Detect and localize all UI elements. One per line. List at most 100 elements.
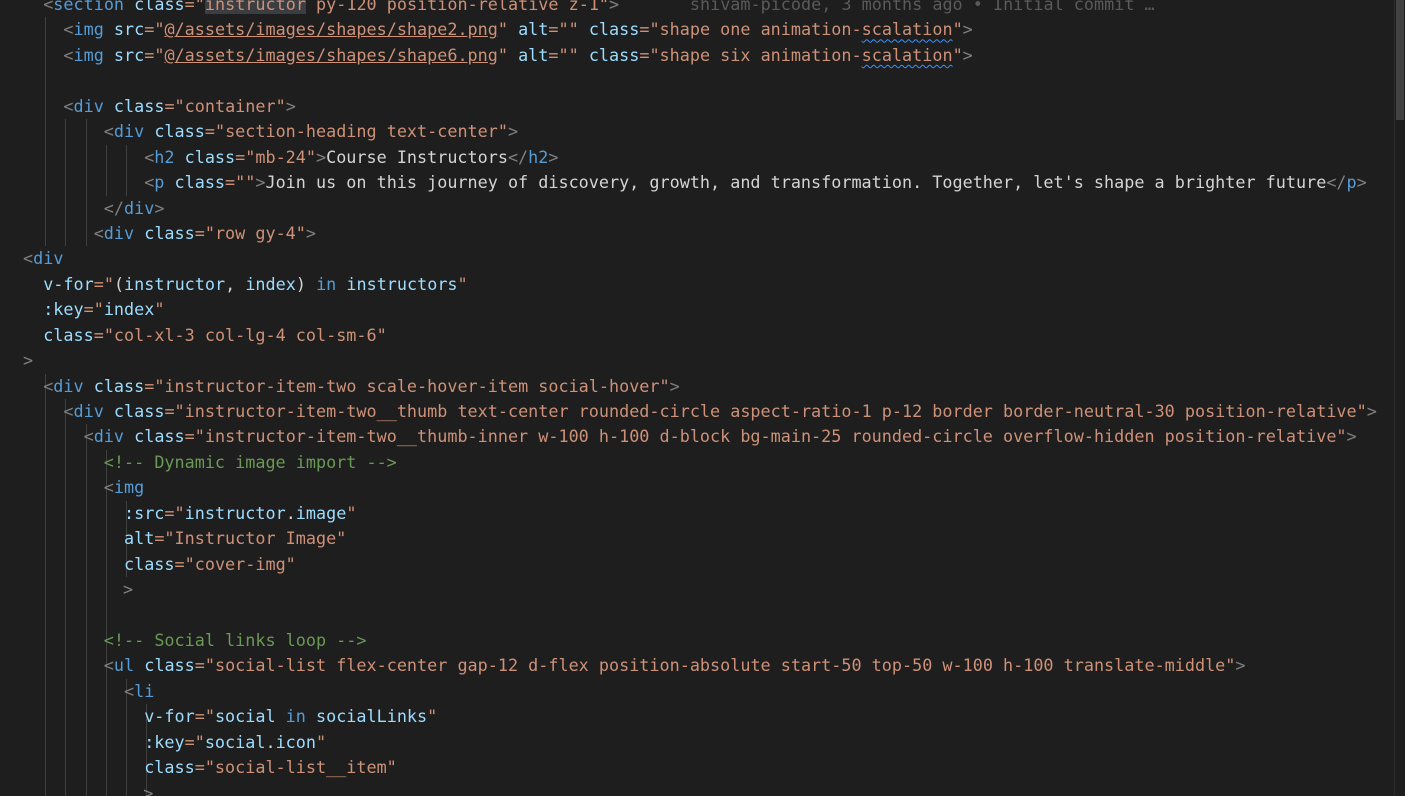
- indent-guide: [85, 577, 87, 603]
- scrollbar-thumb[interactable]: [1396, 0, 1404, 120]
- code-line[interactable]: class="social-list__item": [0, 755, 1395, 781]
- indent-guide: [85, 170, 87, 196]
- code-line[interactable]: class="col-xl-3 col-lg-4 col-sm-6": [0, 323, 1395, 348]
- indent-guide: [85, 475, 87, 501]
- code-token: :key: [43, 299, 84, 320]
- code-line[interactable]: alt="Instructor Image": [0, 526, 1395, 552]
- code-line[interactable]: [0, 68, 1395, 94]
- code-line[interactable]: v-for="(instructor, index) in instructor…: [0, 272, 1395, 297]
- vertical-scrollbar[interactable]: [1394, 0, 1405, 796]
- code-token: @/assets/images/shapes/shape2.png: [164, 19, 498, 40]
- code-line[interactable]: <div class="row gy-4">: [0, 220, 1395, 247]
- indent-guide: [105, 704, 107, 730]
- code-token: ="Instructor Image": [154, 528, 347, 549]
- code-token: >: [962, 44, 973, 65]
- code-token: index: [245, 273, 296, 294]
- code-line[interactable]: <p class="">Join us on this journey of d…: [0, 170, 1395, 196]
- indent-guide: [65, 551, 67, 578]
- code-line[interactable]: <div class="section-heading text-center"…: [0, 119, 1395, 145]
- code-line[interactable]: <img src="@/assets/images/shapes/shape2.…: [0, 17, 1395, 43]
- code-line[interactable]: <section class="instructor py-120 positi…: [0, 0, 1395, 17]
- code-line[interactable]: >: [0, 348, 1395, 373]
- code-line[interactable]: <ul class="social-list flex-center gap-1…: [0, 653, 1395, 679]
- code-token: </: [1326, 172, 1347, 193]
- code-line[interactable]: >: [0, 577, 1395, 603]
- code-line[interactable]: :src="instructor.image": [0, 500, 1395, 527]
- code-line[interactable]: <img: [0, 475, 1395, 501]
- indent-guide: [105, 577, 107, 603]
- code-line-content: alt="Instructor Image": [124, 526, 346, 551]
- code-line-content: v-for="(instructor, index) in instructor…: [43, 272, 467, 297]
- code-token: ="row gy-4": [194, 222, 306, 243]
- code-line-content: :key="social.icon": [144, 730, 326, 755]
- code-line-content: <!-- Social links loop -->: [104, 628, 367, 653]
- code-line-content: <div class="instructor-item-two scale-ho…: [43, 374, 680, 399]
- code-line[interactable]: <!-- Dynamic image import -->: [0, 449, 1395, 476]
- code-token: class: [144, 655, 195, 676]
- code-token: section: [53, 0, 125, 14]
- code-line[interactable]: <!-- Social links loop -->: [0, 627, 1395, 654]
- code-lines[interactable]: <section class="instructor py-120 positi…: [0, 0, 1395, 796]
- code-token: <: [63, 401, 74, 421]
- code-line[interactable]: <div: [0, 246, 1395, 271]
- indent-guide: [45, 68, 47, 94]
- code-line[interactable]: <li: [0, 678, 1395, 705]
- indent-guide: [85, 678, 87, 705]
- code-line[interactable]: >: [0, 780, 1395, 796]
- code-line[interactable]: <h2 class="mb-24">Course Instructors</h2…: [0, 144, 1395, 171]
- code-line-content: <div: [23, 246, 63, 271]
- code-token: =": [164, 502, 185, 523]
- indent-guide: [85, 704, 87, 730]
- code-token: .: [265, 731, 276, 752]
- code-line[interactable]: <img src="@/assets/images/shapes/shape6.…: [0, 42, 1395, 69]
- indent-guide: [85, 195, 87, 221]
- code-token: div: [73, 401, 104, 421]
- indent-guide: [85, 220, 87, 247]
- code-line[interactable]: [0, 602, 1395, 628]
- code-token: <: [144, 146, 155, 167]
- code-line[interactable]: v-for="social in socialLinks": [0, 704, 1395, 730]
- indent-guide: [85, 526, 87, 552]
- code-token: li: [134, 680, 155, 701]
- code-line[interactable]: <div class="instructor-item-two scale-ho…: [0, 373, 1395, 399]
- code-line[interactable]: <div class="instructor-item-two__thumb-i…: [0, 424, 1395, 450]
- code-token: img: [73, 44, 104, 65]
- code-line[interactable]: :key="index": [0, 297, 1395, 322]
- code-line[interactable]: :key="social.icon": [0, 729, 1395, 756]
- code-token: >: [1356, 172, 1367, 193]
- code-line[interactable]: class="cover-img": [0, 551, 1395, 578]
- code-editor[interactable]: <section class="instructor py-120 positi…: [0, 0, 1405, 796]
- code-token: ": [315, 731, 327, 752]
- code-token: instructor: [124, 273, 226, 294]
- code-token: <!-- Social links loop -->: [103, 629, 367, 650]
- indent-guide: [65, 526, 67, 552]
- indent-guide: [65, 627, 67, 654]
- indent-guide: [65, 780, 67, 796]
- code-token: ="instructor-item-two scale-hover-item s…: [144, 375, 670, 396]
- code-token: class: [184, 146, 236, 167]
- code-token: @/assets/images/shapes/shape6.png: [164, 44, 498, 65]
- code-token: <: [103, 477, 114, 498]
- code-token: Join us on this journey of discovery, gr…: [265, 172, 1327, 193]
- indent-guide: [45, 704, 47, 730]
- code-line[interactable]: </div>: [0, 195, 1395, 221]
- indent-guide: [105, 780, 107, 796]
- code-token: <: [124, 680, 135, 701]
- code-token: :key: [144, 731, 185, 752]
- code-token: instructor: [184, 502, 286, 523]
- code-line[interactable]: <div class="instructor-item-two__thumb t…: [0, 399, 1395, 425]
- code-line[interactable]: <div class="container">: [0, 93, 1395, 120]
- code-token: </: [507, 146, 529, 167]
- indent-guide: [65, 475, 67, 501]
- indent-guide: [65, 678, 67, 705]
- code-token: class: [43, 324, 94, 345]
- indent-guide: [105, 678, 107, 705]
